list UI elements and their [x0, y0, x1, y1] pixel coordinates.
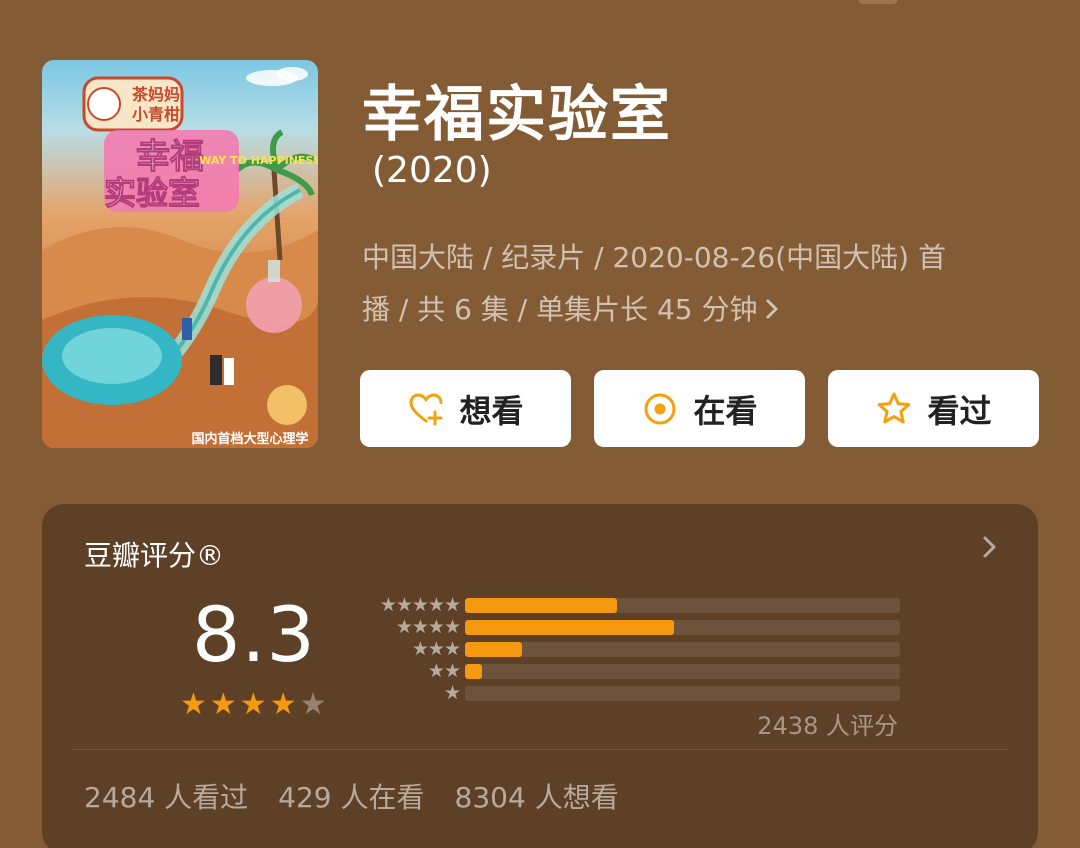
want-to-watch-button[interactable]: 想看: [360, 370, 571, 447]
watching-button[interactable]: 在看: [594, 370, 805, 447]
distribution-track: [465, 686, 900, 701]
distribution-bar: [465, 620, 674, 635]
star-outline-icon: [875, 390, 913, 428]
rating-score: 8.3: [192, 590, 316, 679]
distribution-stars-icon: ★★★★★: [379, 594, 461, 616]
poster-logo-line1: 幸福: [136, 137, 204, 177]
want-count: 8304 人想看: [454, 781, 619, 814]
rating-stars: ★ ★ ★ ★ ★: [180, 690, 327, 720]
distribution-track: [465, 664, 900, 679]
movie-year: (2020): [372, 150, 492, 191]
meta-line-2: 播 / 共 6 集 / 单集片长 45 分钟: [362, 293, 758, 326]
star-filled-icon: ★: [239, 687, 267, 722]
watching-count: 429 人在看: [278, 781, 425, 814]
movie-title: 幸福实验室: [362, 80, 672, 150]
top-edge-handle: [858, 0, 898, 4]
distribution-row-3-star: ★★★: [354, 638, 914, 660]
distribution-row-2-star: ★★: [354, 660, 914, 682]
target-circle-icon: [641, 390, 679, 428]
meta-line-1: 中国大陆 / 纪录片 / 2020-08-26(中国大陆) 首: [362, 241, 946, 274]
distribution-track: [465, 598, 900, 613]
watched-count: 2484 人看过: [84, 781, 249, 814]
distribution-stars-icon: ★★: [427, 660, 461, 682]
poster-english-title: WAY TO HAPPINESS: [199, 154, 318, 167]
divider: [72, 749, 1008, 750]
watched-label: 看过: [927, 391, 992, 430]
movie-meta[interactable]: 中国大陆 / 纪录片 / 2020-08-26(中国大陆) 首 播 / 共 6 …: [362, 232, 1042, 336]
poster-image[interactable]: 茶妈妈 小青柑 幸福 实验室 WAY TO HAPPINESS 国内首档大型心理…: [42, 60, 318, 448]
watching-label: 在看: [693, 391, 758, 430]
rating-count: 2438 人评分: [757, 712, 898, 740]
distribution-track: [465, 620, 900, 635]
watched-button[interactable]: 看过: [828, 370, 1039, 447]
want-to-watch-label: 想看: [459, 391, 524, 430]
poster-logo-line2: 实验室: [104, 174, 200, 212]
poster-caption: 国内首档大型心理学: [191, 431, 308, 447]
distribution-track: [465, 642, 900, 657]
star-filled-icon: ★: [209, 687, 237, 722]
star-empty-icon: ★: [299, 687, 327, 722]
distribution-stars-icon: ★★★★: [395, 616, 461, 638]
distribution-stars-icon: ★: [443, 682, 461, 704]
distribution-bar: [465, 598, 618, 613]
rating-label: 豆瓣评分®: [84, 539, 225, 572]
meta-line-2-wrap: 播 / 共 6 集 / 单集片长 45 分钟: [362, 284, 1042, 336]
distribution-bar: [465, 642, 522, 657]
chevron-right-icon[interactable]: [982, 534, 998, 567]
chevron-right-icon: [764, 284, 780, 336]
star-filled-icon: ★: [269, 687, 297, 722]
distribution-bar: [465, 664, 483, 679]
star-filled-icon: ★: [180, 687, 207, 722]
poster-badge-line1: 茶妈妈: [131, 85, 180, 104]
distribution-row-5-star: ★★★★★: [354, 594, 914, 616]
distribution-row-4-star: ★★★★: [354, 616, 914, 638]
poster-badge-line2: 小青柑: [132, 105, 180, 124]
rating-card[interactable]: 豆瓣评分® 8.3 ★ ★ ★ ★ ★ ★★★★★ ★★★★ ★★★ ★★ ★ 2438 人评分…: [42, 504, 1038, 848]
heart-plus-icon: [407, 390, 445, 428]
distribution-stars-icon: ★★★: [411, 638, 461, 660]
audience-stats: 2484 人看过 429 人在看 8304 人想看: [84, 776, 619, 816]
distribution-row-1-star: ★: [354, 682, 914, 704]
